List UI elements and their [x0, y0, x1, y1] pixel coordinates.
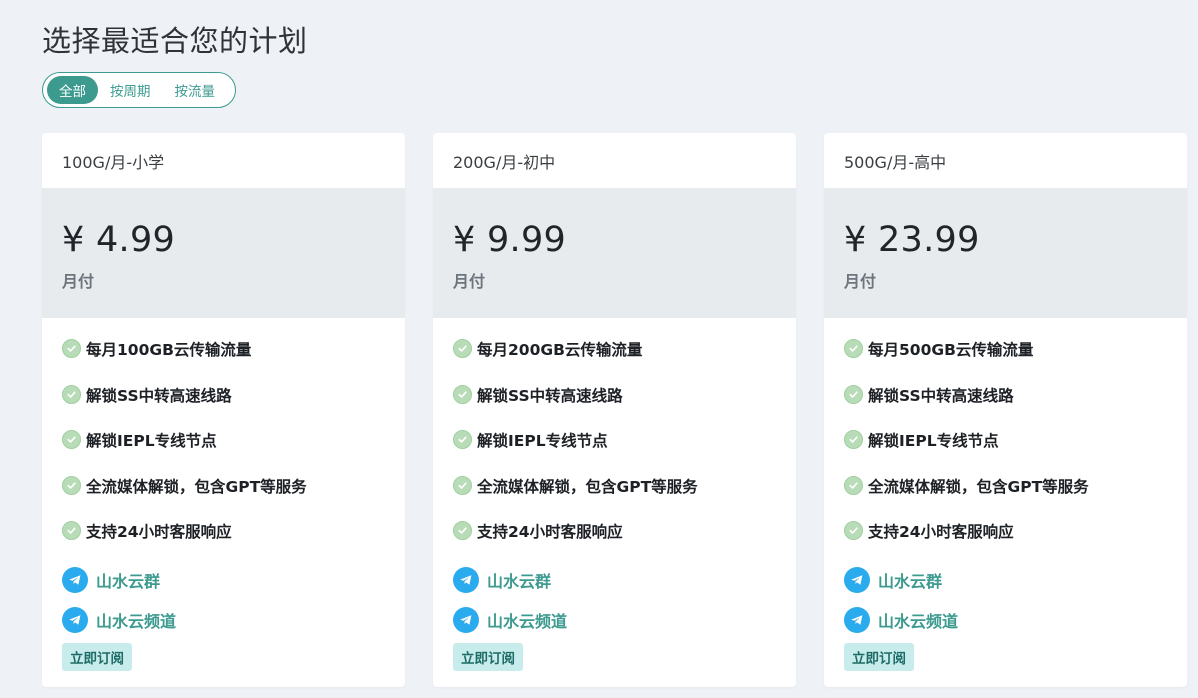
feature-text: 每月100GB云传输流量: [86, 341, 252, 359]
check-circle-icon: [844, 475, 863, 495]
telegram-channel-link[interactable]: 山水云频道: [62, 600, 405, 640]
feature-text: 全流媒体解锁，包含GPT等服务: [868, 477, 1089, 496]
telegram-channel-link[interactable]: 山水云频道: [453, 600, 796, 640]
feature-text: 支持24小时客服响应: [86, 523, 232, 541]
plan-name: 500G/月-高中: [844, 152, 947, 172]
subscribe-button[interactable]: 立即订阅: [453, 643, 523, 671]
feature-text: 支持24小时客服响应: [477, 523, 623, 541]
billing-period: 月付: [453, 272, 486, 291]
feature-text: 解锁IEPL专线节点: [477, 432, 608, 450]
plan-price: ¥ 4.99: [62, 220, 176, 260]
feature-item: 支持24小时客服响应: [844, 518, 1187, 564]
link-label: 山水云群: [487, 571, 552, 591]
check-circle-icon: [453, 475, 472, 495]
check-circle-icon: [453, 430, 472, 449]
price-block: ¥ 4.99 月付: [42, 188, 405, 318]
link-label: 山水云频道: [878, 611, 959, 631]
check-circle-icon: [844, 384, 863, 404]
subscribe-button[interactable]: 立即订阅: [62, 643, 132, 671]
telegram-icon: [62, 606, 88, 633]
feature-item: 每月500GB云传输流量: [844, 336, 1187, 382]
filter-tab-by-traffic[interactable]: 按流量: [163, 76, 228, 104]
feature-item: 全流媒体解锁，包含GPT等服务: [62, 473, 405, 519]
feature-item: 解锁SS中转高速线路: [453, 382, 796, 428]
feature-text: 全流媒体解锁，包含GPT等服务: [86, 477, 307, 496]
plan-cards: 100G/月-小学 ¥ 4.99 月付 每月100GB云传输流量 解锁SS中转高…: [42, 133, 1187, 687]
check-circle-icon: [844, 430, 863, 449]
price-block: ¥ 9.99 月付: [433, 188, 796, 318]
billing-period: 月付: [62, 272, 95, 291]
check-circle-icon: [453, 339, 472, 358]
check-circle-icon: [62, 384, 81, 404]
feature-item: 解锁SS中转高速线路: [844, 382, 1187, 428]
feature-text: 每月200GB云传输流量: [477, 341, 643, 359]
feature-list: 每月500GB云传输流量 解锁SS中转高速线路 解锁IEPL专线节点 全流媒体解…: [824, 318, 1187, 564]
price-block: ¥ 23.99 月付: [824, 188, 1187, 318]
feature-text: 每月500GB云传输流量: [868, 341, 1034, 359]
feature-item: 解锁IEPL专线节点: [62, 427, 405, 473]
check-circle-icon: [453, 521, 472, 540]
feature-item: 全流媒体解锁，包含GPT等服务: [844, 473, 1187, 519]
check-circle-icon: [844, 521, 863, 540]
telegram-group-link[interactable]: 山水云群: [62, 560, 405, 600]
plan-name: 100G/月-小学: [62, 152, 165, 172]
link-label: 山水云群: [96, 571, 161, 591]
telegram-icon: [62, 566, 88, 593]
feature-text: 解锁IEPL专线节点: [868, 432, 999, 450]
feature-text: 支持24小时客服响应: [868, 523, 1014, 541]
check-circle-icon: [453, 384, 472, 404]
community-links: 山水云群 山水云频道: [42, 560, 405, 640]
plan-card: 100G/月-小学 ¥ 4.99 月付 每月100GB云传输流量 解锁SS中转高…: [42, 133, 405, 687]
feature-item: 支持24小时客服响应: [453, 518, 796, 564]
community-links: 山水云群 山水云频道: [824, 560, 1187, 640]
billing-period: 月付: [844, 272, 877, 291]
feature-text: 解锁IEPL专线节点: [86, 432, 217, 450]
feature-list: 每月200GB云传输流量 解锁SS中转高速线路 解锁IEPL专线节点 全流媒体解…: [433, 318, 796, 564]
plan-card: 200G/月-初中 ¥ 9.99 月付 每月200GB云传输流量 解锁SS中转高…: [433, 133, 796, 687]
link-label: 山水云频道: [487, 611, 568, 631]
plan-price: ¥ 23.99: [844, 220, 980, 260]
telegram-icon: [453, 566, 479, 593]
feature-item: 每月200GB云传输流量: [453, 336, 796, 382]
feature-item: 解锁IEPL专线节点: [453, 427, 796, 473]
telegram-icon: [844, 606, 870, 633]
feature-text: 解锁SS中转高速线路: [86, 386, 232, 405]
telegram-group-link[interactable]: 山水云群: [453, 560, 796, 600]
check-circle-icon: [62, 521, 81, 540]
link-label: 山水云群: [878, 571, 943, 591]
check-circle-icon: [844, 339, 863, 358]
subscribe-button[interactable]: 立即订阅: [844, 643, 914, 671]
check-circle-icon: [62, 475, 81, 495]
plan-name: 200G/月-初中: [453, 152, 556, 172]
plan-filter-group: 全部 按周期 按流量: [42, 72, 236, 108]
telegram-group-link[interactable]: 山水云群: [844, 560, 1187, 600]
feature-list: 每月100GB云传输流量 解锁SS中转高速线路 解锁IEPL专线节点 全流媒体解…: [42, 318, 405, 564]
page-title: 选择最适合您的计划: [42, 24, 308, 58]
telegram-icon: [453, 606, 479, 633]
plan-card: 500G/月-高中 ¥ 23.99 月付 每月500GB云传输流量 解锁SS中转…: [824, 133, 1187, 687]
feature-item: 解锁SS中转高速线路: [62, 382, 405, 428]
community-links: 山水云群 山水云频道: [433, 560, 796, 640]
feature-item: 支持24小时客服响应: [62, 518, 405, 564]
filter-tab-by-period[interactable]: 按周期: [98, 76, 163, 104]
feature-text: 解锁SS中转高速线路: [477, 386, 623, 405]
check-circle-icon: [62, 339, 81, 358]
feature-item: 解锁IEPL专线节点: [844, 427, 1187, 473]
check-circle-icon: [62, 430, 81, 449]
feature-item: 全流媒体解锁，包含GPT等服务: [453, 473, 796, 519]
plan-price: ¥ 9.99: [453, 220, 567, 260]
feature-text: 全流媒体解锁，包含GPT等服务: [477, 477, 698, 496]
filter-tab-all[interactable]: 全部: [47, 76, 98, 104]
telegram-icon: [844, 566, 870, 593]
feature-text: 解锁SS中转高速线路: [868, 386, 1014, 405]
feature-item: 每月100GB云传输流量: [62, 336, 405, 382]
telegram-channel-link[interactable]: 山水云频道: [844, 600, 1187, 640]
link-label: 山水云频道: [96, 611, 177, 631]
